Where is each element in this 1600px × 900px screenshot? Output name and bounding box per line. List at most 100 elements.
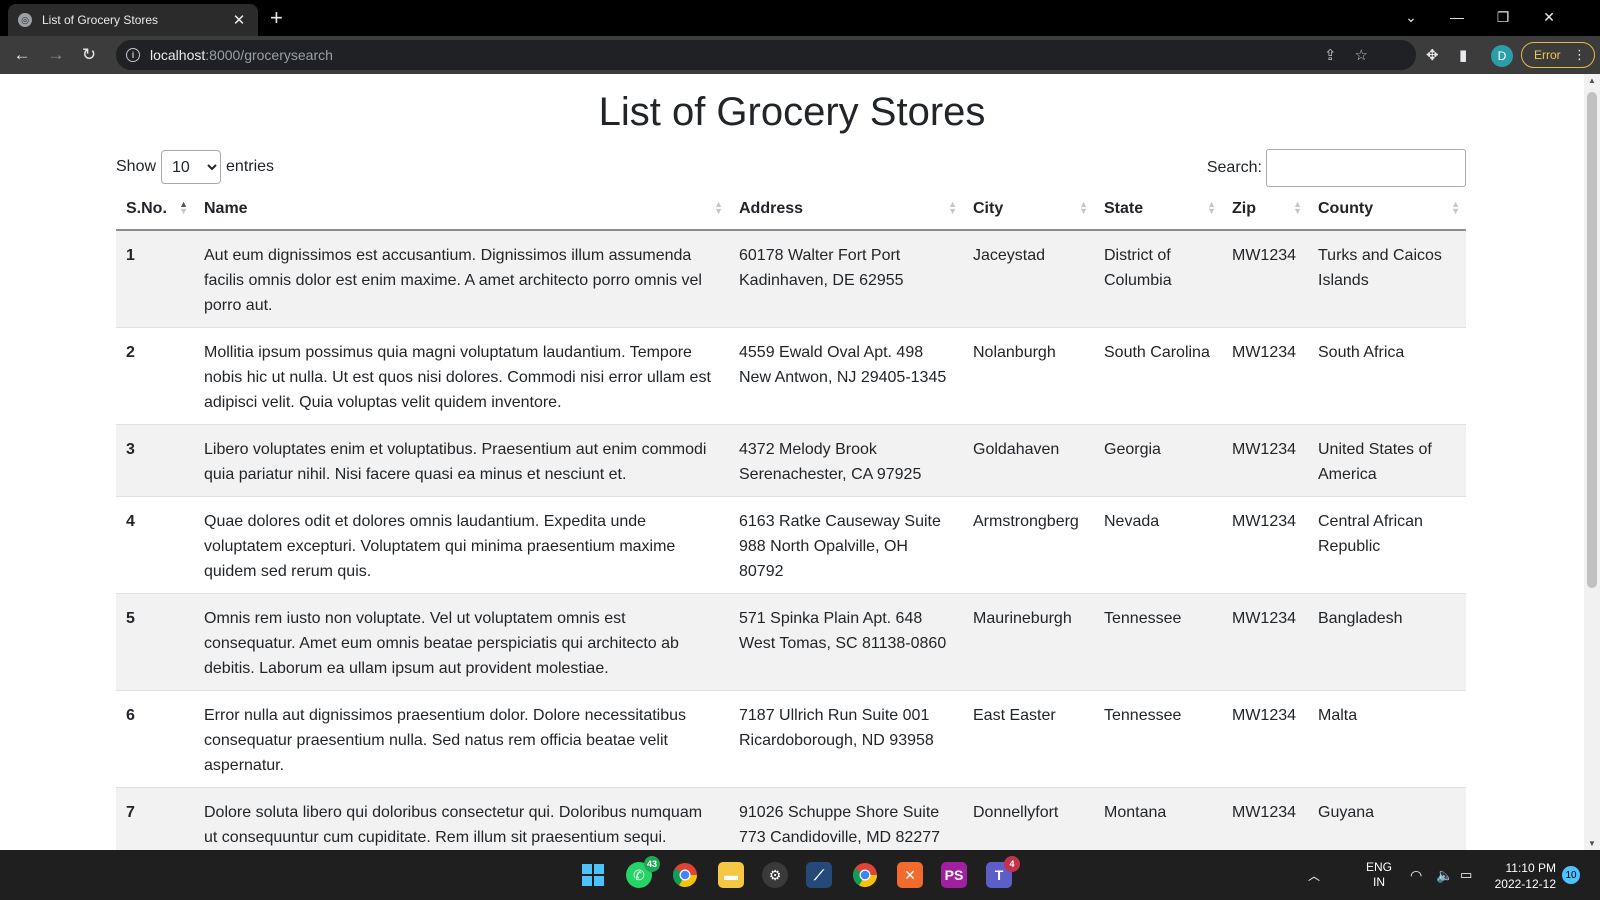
- table-row: 3 Libero voluptates enim et voluptatibus.…: [116, 424, 1466, 497]
- column-header-label: Address: [739, 199, 804, 217]
- tab-search-chevron-icon[interactable]: ⌄: [1388, 9, 1434, 26]
- cell-sno: 4: [116, 496, 194, 594]
- chrome-icon[interactable]: [672, 862, 698, 888]
- sort-arrows-icon: ▲ ▼: [1293, 199, 1302, 216]
- clock-date: 2022-12-12: [1494, 877, 1556, 891]
- file-explorer-icon[interactable]: ▬: [718, 862, 744, 888]
- cell-county: Bangladesh: [1308, 593, 1466, 691]
- scrollbar-thumb[interactable]: [1587, 92, 1597, 588]
- address-bar[interactable]: i localhost:8000/grocerysearch ⇪ ☆: [116, 40, 1416, 70]
- back-icon[interactable]: ←: [11, 45, 33, 65]
- side-panel-icon[interactable]: ▮: [1459, 46, 1467, 64]
- site-info-icon[interactable]: i: [126, 48, 140, 62]
- scroll-up-arrow-icon[interactable]: ▲: [1588, 76, 1596, 85]
- search-input[interactable]: [1266, 149, 1466, 187]
- cell-address: 4559 Ewald Oval Apt. 498 New Antwon, NJ …: [729, 327, 963, 425]
- cell-zip: MW1234: [1222, 496, 1308, 594]
- settings-gear-icon[interactable]: ⚙: [762, 862, 788, 888]
- cell-address: 4372 Melody Brook Serenachester, CA 9792…: [729, 424, 963, 497]
- column-header[interactable]: State ▲ ▼: [1094, 188, 1222, 231]
- code-editor-icon[interactable]: ⟋: [806, 862, 832, 888]
- sort-arrows-icon: ▲ ▼: [179, 199, 188, 216]
- cell-name: Dolore soluta libero qui doloribus conse…: [194, 787, 729, 850]
- keyboard-region: IN: [1373, 875, 1385, 889]
- tray-chevron-up-icon[interactable]: ︿: [1308, 850, 1320, 900]
- bookmark-star-icon[interactable]: ☆: [1355, 46, 1368, 64]
- cell-zip: MW1234: [1222, 230, 1308, 328]
- profile-avatar[interactable]: D: [1491, 45, 1513, 67]
- column-header-label: City: [973, 199, 1004, 217]
- search-label: Search:: [1206, 159, 1262, 176]
- phpstorm-icon[interactable]: PS: [941, 862, 967, 888]
- table-row: 5 Omnis rem iusto non voluptate. Vel ut v…: [116, 593, 1466, 691]
- sort-arrows-icon: ▲ ▼: [1451, 199, 1460, 216]
- language-indicator[interactable]: ENG IN: [1366, 860, 1392, 890]
- column-header[interactable]: County ▲ ▼: [1308, 188, 1466, 231]
- table-row: 6 Error nulla aut dignissimos praesentium…: [116, 690, 1466, 788]
- error-button[interactable]: Error ⋮: [1521, 42, 1595, 68]
- search-control: Search:: [1207, 149, 1466, 187]
- page-scrollbar[interactable]: ▲ ▼: [1584, 74, 1600, 850]
- kebab-menu-icon[interactable]: ⋮: [1573, 47, 1586, 63]
- cell-county: Malta: [1308, 690, 1466, 788]
- reload-icon[interactable]: ↻: [78, 45, 100, 65]
- close-window-icon[interactable]: ✕: [1526, 9, 1572, 26]
- entries-label: entries: [226, 158, 275, 175]
- new-tab-icon[interactable]: +: [270, 6, 283, 30]
- forward-icon[interactable]: →: [45, 45, 67, 65]
- page-viewport: List of Grocery Stores Show 10 entries S…: [0, 74, 1584, 850]
- cell-address: 571 Spinka Plain Apt. 648 West Tomas, SC…: [729, 593, 963, 691]
- column-header[interactable]: Zip ▲ ▼: [1222, 188, 1308, 231]
- cell-state: District of Columbia: [1094, 230, 1222, 328]
- cell-city: Jaceystad: [963, 230, 1094, 328]
- windows-start-icon[interactable]: [580, 862, 606, 888]
- column-header-label: County: [1318, 199, 1374, 217]
- cell-name: Aut eum dignissimos est accusantium. Dig…: [194, 230, 729, 328]
- cell-name: Quae dolores odit et dolores omnis lauda…: [194, 496, 729, 594]
- notification-count-badge[interactable]: 10: [1562, 866, 1580, 884]
- close-tab-icon[interactable]: ✕: [230, 11, 248, 29]
- extensions-puzzle-icon[interactable]: ✥: [1426, 46, 1439, 64]
- column-header[interactable]: Name ▲ ▼: [194, 188, 729, 231]
- whatsapp-icon[interactable]: ✆ 43: [626, 856, 660, 888]
- whatsapp-badge: 43: [643, 856, 660, 872]
- column-header-label: Name: [204, 199, 248, 217]
- cell-zip: MW1234: [1222, 690, 1308, 788]
- entries-select[interactable]: 10: [161, 150, 222, 184]
- browser-tab[interactable]: ◎ List of Grocery Stores ✕: [8, 4, 258, 36]
- cell-city: Armstrongberg: [963, 496, 1094, 594]
- table-header-row: S.No. ▲ ▼ Name ▲ ▼ Address ▲ ▼ City ▲ ▼ State ▲ ▼ Zip ▲ ▼…: [116, 188, 1466, 231]
- column-header[interactable]: Address ▲ ▼: [729, 188, 963, 231]
- url-host: localhost: [150, 47, 206, 63]
- restore-icon[interactable]: ❐: [1480, 9, 1526, 26]
- xampp-icon[interactable]: ✕: [897, 862, 923, 888]
- chrome-profile-icon[interactable]: [852, 862, 878, 888]
- cell-city: East Easter: [963, 690, 1094, 788]
- show-label: Show: [116, 158, 157, 175]
- battery-icon[interactable]: ▭: [1460, 850, 1472, 900]
- browser-toolbar: ← → ↻ i localhost:8000/grocerysearch ⇪ ☆…: [0, 36, 1600, 74]
- cell-address: 7187 Ullrich Run Suite 001 Ricardoboroug…: [729, 690, 963, 788]
- scroll-down-arrow-icon[interactable]: ▼: [1588, 839, 1596, 848]
- cell-county: Central African Republic: [1308, 496, 1466, 594]
- column-header[interactable]: S.No. ▲ ▼: [116, 188, 194, 231]
- table-row: 4 Quae dolores odit et dolores omnis laud…: [116, 496, 1466, 594]
- cell-name: Libero voluptates enim et voluptatibus. …: [194, 424, 729, 497]
- column-header-label: State: [1104, 199, 1144, 217]
- sort-arrows-icon: ▲ ▼: [1079, 199, 1088, 216]
- window-controls: ⌄ — ❐ ✕: [1388, 0, 1572, 34]
- taskbar: ✆ 43 ▬ ⚙ ⟋ ✕ PS T 4 ︿ ENG IN ◠ 🔈 ▭ 11:10…: [0, 850, 1600, 900]
- minimize-icon[interactable]: —: [1434, 9, 1480, 25]
- teams-icon[interactable]: T 4: [986, 856, 1020, 888]
- cell-county: Guyana: [1308, 787, 1466, 850]
- sort-arrows-icon: ▲ ▼: [948, 199, 957, 216]
- share-icon[interactable]: ⇪: [1324, 46, 1337, 64]
- cell-sno: 1: [116, 230, 194, 328]
- stores-table: S.No. ▲ ▼ Name ▲ ▼ Address ▲ ▼ City ▲ ▼ State ▲ ▼ Zip ▲ ▼…: [116, 188, 1466, 850]
- wifi-icon[interactable]: ◠: [1410, 850, 1422, 900]
- cell-zip: MW1234: [1222, 424, 1308, 497]
- volume-icon[interactable]: 🔈: [1436, 850, 1453, 900]
- page-title: List of Grocery Stores: [598, 90, 986, 134]
- clock[interactable]: 11:10 PM 2022-12-12: [1492, 860, 1556, 892]
- column-header[interactable]: City ▲ ▼: [963, 188, 1094, 231]
